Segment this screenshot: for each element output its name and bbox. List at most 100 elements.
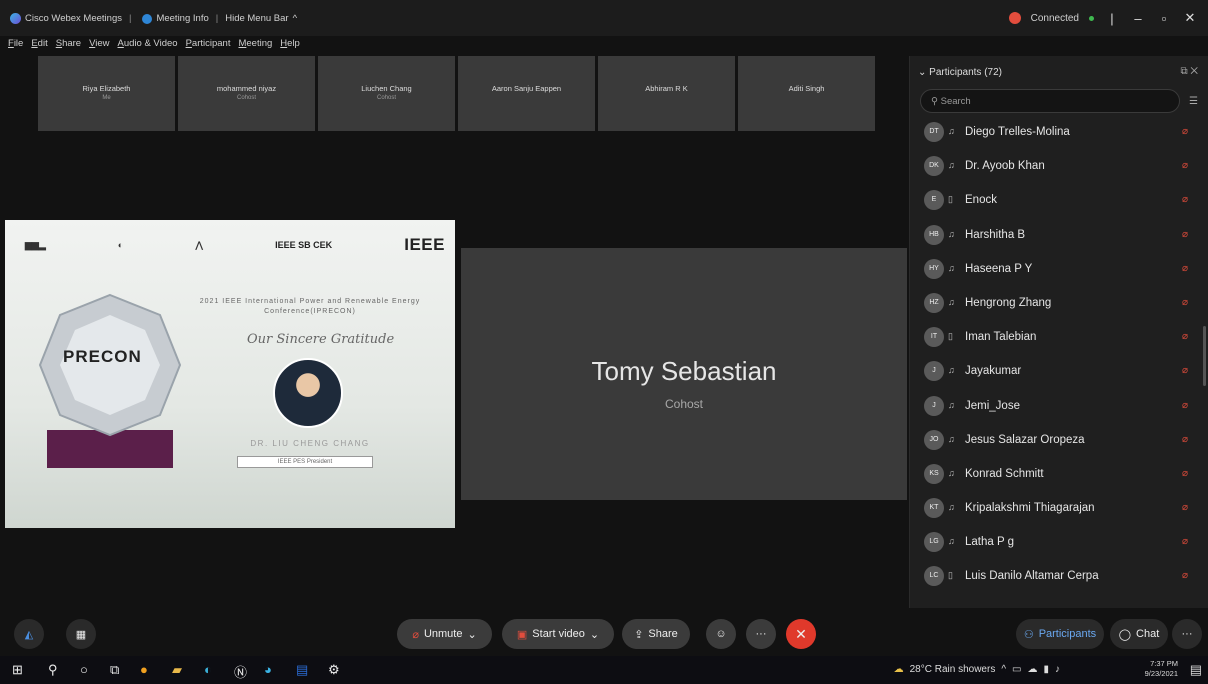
- sort-icon[interactable]: ☰: [1189, 96, 1198, 107]
- ieee-logo: IEEE: [404, 235, 445, 254]
- muted-mic-icon[interactable]: ⌀: [1182, 570, 1188, 581]
- chrome-icon[interactable]: ●: [140, 662, 148, 677]
- tile-role: Cohost: [236, 95, 256, 101]
- participant-row[interactable]: KS ♫ Konrad Schmitt ⌀: [924, 460, 1199, 494]
- participant-row[interactable]: DK ♫ Dr. Ayoob Khan ⌀: [924, 152, 1199, 186]
- participant-row[interactable]: LG ♫ Latha P g ⌀: [924, 528, 1199, 562]
- phone-icon: ▯: [948, 331, 953, 342]
- unmute-button[interactable]: ⌀ Unmute ⌄: [397, 619, 492, 649]
- chevron-down-icon[interactable]: ⌄: [590, 628, 599, 641]
- chevron-down-icon[interactable]: ⌄: [467, 628, 476, 641]
- cortana-icon[interactable]: ○: [80, 662, 88, 677]
- start-video-button[interactable]: ▣ Start video ⌄: [502, 619, 614, 649]
- participant-row[interactable]: IT ▯ Iman Talebian ⌀: [924, 323, 1199, 357]
- battery-icon[interactable]: ▮: [1043, 664, 1049, 675]
- participant-row[interactable]: KT ♫ Kripalakshmi Thiagarajan ⌀: [924, 494, 1199, 528]
- close-window-button[interactable]: ✕: [1182, 10, 1198, 26]
- menu-view[interactable]: View: [89, 38, 109, 49]
- webex-taskbar-icon[interactable]: ◕: [264, 662, 272, 677]
- reactions-button[interactable]: ☺: [706, 619, 736, 649]
- muted-mic-icon[interactable]: ⌀: [1182, 263, 1188, 274]
- share-button[interactable]: ⇪ Share: [622, 619, 690, 649]
- minimize-button[interactable]: –: [1130, 11, 1146, 26]
- menu-meeting[interactable]: Meeting: [238, 38, 272, 49]
- edge-icon[interactable]: ◐: [204, 662, 212, 677]
- meeting-info-button[interactable]: Meeting Info: [156, 13, 208, 24]
- muted-mic-icon[interactable]: ⌀: [1182, 365, 1188, 376]
- menu-audio-video[interactable]: Audio & Video: [118, 38, 178, 49]
- settings-gear-icon[interactable]: ⚙: [328, 662, 340, 678]
- muted-mic-icon[interactable]: ⌀: [1182, 468, 1188, 479]
- muted-mic-icon[interactable]: ⌀: [1182, 194, 1188, 205]
- chevron-down-icon[interactable]: ⌄: [918, 67, 926, 78]
- muted-mic-icon[interactable]: ⌀: [1182, 297, 1188, 308]
- avatar: J: [924, 395, 944, 416]
- layout-button[interactable]: ▦: [66, 619, 96, 649]
- maximize-button[interactable]: ▫: [1156, 11, 1172, 26]
- windows-start-icon[interactable]: ⊞: [12, 662, 23, 678]
- volume-icon[interactable]: ♪: [1055, 664, 1060, 675]
- weather-text[interactable]: 28°C Rain showers: [910, 664, 996, 675]
- menu-help[interactable]: Help: [280, 38, 300, 49]
- participant-row[interactable]: JO ♫ Jesus Salazar Oropeza ⌀: [924, 426, 1199, 460]
- avatar: JO: [924, 429, 944, 450]
- more-options-button[interactable]: ···: [746, 619, 776, 649]
- muted-mic-icon[interactable]: ⌀: [1182, 160, 1188, 171]
- participant-list-scrollbar[interactable]: [1203, 326, 1206, 386]
- chevron-up-icon[interactable]: ^: [1001, 664, 1006, 675]
- participants-button[interactable]: ⚇ Participants: [1016, 619, 1104, 649]
- menu-file[interactable]: File: [8, 38, 23, 49]
- muted-mic-icon[interactable]: ⌀: [1182, 536, 1188, 547]
- muted-mic-icon[interactable]: ⌀: [1182, 331, 1188, 342]
- participant-name: Kripalakshmi Thiagarajan: [965, 502, 1095, 515]
- participant-row[interactable]: E ▯ Enock ⌀: [924, 186, 1199, 220]
- video-tile[interactable]: Riya Elizabeth Me: [38, 56, 175, 131]
- notion-icon[interactable]: Ⓝ: [234, 662, 247, 681]
- muted-mic-icon[interactable]: ⌀: [1182, 126, 1188, 137]
- clock-time: 7:37 PM: [1150, 659, 1178, 668]
- muted-mic-icon[interactable]: ⌀: [1182, 229, 1188, 240]
- popout-icon[interactable]: ⧉: [1180, 66, 1187, 77]
- menu-edit[interactable]: Edit: [31, 38, 47, 49]
- word-icon[interactable]: ▤: [296, 662, 308, 678]
- participant-row[interactable]: J ♫ Jayakumar ⌀: [924, 357, 1199, 391]
- onedrive-icon[interactable]: ☁: [1027, 664, 1037, 675]
- participant-list: DT ♫ Diego Trelles-Molina ⌀ DK ♫ Dr. Ayoob Kh…: [924, 118, 1199, 597]
- search-icon[interactable]: ⚲: [48, 662, 58, 678]
- active-speaker-tile[interactable]: Tomy Sebastian Cohost: [461, 248, 907, 500]
- taskbar-clock[interactable]: 7:37 PM 9/23/2021: [1145, 659, 1178, 679]
- participant-row[interactable]: HZ ♫ Hengrong Zhang ⌀: [924, 289, 1199, 323]
- leave-meeting-button[interactable]: ✕: [786, 619, 816, 649]
- muted-mic-icon[interactable]: ⌀: [1182, 502, 1188, 513]
- honoree-role: IEEE PES President: [237, 456, 373, 468]
- video-tile[interactable]: Aditi Singh: [738, 56, 875, 131]
- shared-content[interactable]: ▆▆▂ ◐ ⋀ IEEE SB CEK IEEE PRECON 2021 IEE…: [5, 220, 455, 528]
- participant-name: Jayakumar: [965, 365, 1022, 378]
- hide-menu-bar-button[interactable]: Hide Menu Bar: [225, 13, 288, 24]
- participant-search-input[interactable]: ⚲ Search: [920, 89, 1180, 113]
- task-view-icon[interactable]: ⧉: [110, 662, 119, 678]
- participant-row[interactable]: LC ▯ Luis Danilo Altamar Cerpa ⌀: [924, 562, 1199, 596]
- participant-row[interactable]: DT ♫ Diego Trelles-Molina ⌀: [924, 118, 1199, 152]
- participants-header[interactable]: ⌄ Participants (72): [918, 67, 1002, 78]
- notification-icon[interactable]: ▤: [1190, 662, 1202, 678]
- participant-row[interactable]: HB ♫ Harshitha B ⌀: [924, 221, 1199, 255]
- close-panel-icon[interactable]: ✕: [1190, 66, 1198, 77]
- file-explorer-icon[interactable]: ▰: [172, 662, 182, 678]
- connection-status[interactable]: Connected: [1031, 13, 1079, 24]
- menu-share[interactable]: Share: [56, 38, 81, 49]
- video-tile[interactable]: Abhiram R K: [598, 56, 735, 131]
- panel-more-button[interactable]: ···: [1172, 619, 1202, 649]
- muted-mic-icon[interactable]: ⌀: [1182, 400, 1188, 411]
- meeting-app-button[interactable]: ◭: [14, 619, 44, 649]
- muted-mic-icon[interactable]: ⌀: [1182, 434, 1188, 445]
- chevron-up-icon[interactable]: ^: [293, 13, 297, 24]
- video-tile[interactable]: Liuchen Chang Cohost: [318, 56, 455, 131]
- video-tile[interactable]: Aaron Sanju Eappen: [458, 56, 595, 131]
- chat-button[interactable]: ◯ Chat: [1110, 619, 1168, 649]
- participant-row[interactable]: HY ♫ Haseena P Y ⌀: [924, 255, 1199, 289]
- video-tile[interactable]: mohammed niyaz Cohost: [178, 56, 315, 131]
- network-icon[interactable]: ▭: [1012, 664, 1021, 675]
- participant-row[interactable]: J ♫ Jemi_Jose ⌀: [924, 392, 1199, 426]
- menu-participant[interactable]: Participant: [186, 38, 231, 49]
